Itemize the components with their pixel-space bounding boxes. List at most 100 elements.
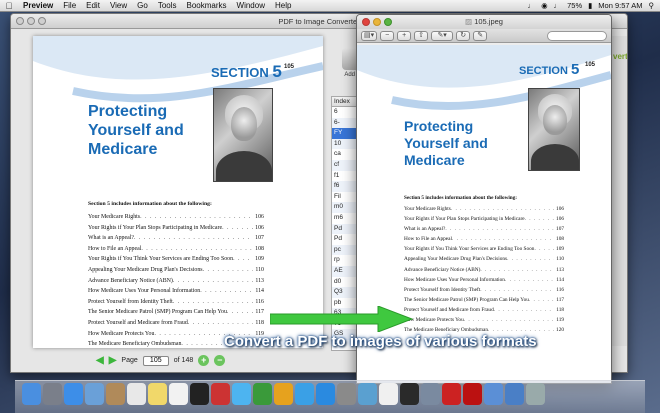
zoom-button[interactable] bbox=[38, 17, 46, 25]
safari-icon[interactable] bbox=[64, 383, 83, 405]
toc-leader bbox=[452, 234, 554, 244]
toc-leader bbox=[173, 297, 254, 308]
menu-help[interactable]: Help bbox=[270, 1, 296, 10]
pdf-converter-icon[interactable] bbox=[442, 383, 461, 405]
utilities-icon[interactable] bbox=[421, 383, 440, 405]
toc-entry: What is an Appeal? 107 bbox=[88, 233, 264, 244]
menu-clock[interactable]: Mon 9:57 AM bbox=[598, 1, 642, 10]
toc-title: Protect Yourself from Identity Theft bbox=[88, 298, 173, 305]
facetime-icon[interactable] bbox=[253, 383, 272, 405]
toc-entry: Protect Yourself and Medicare from Fraud… bbox=[404, 305, 564, 315]
app-store-icon[interactable] bbox=[316, 383, 335, 405]
view-menu-icon[interactable]: ▤▾ bbox=[361, 30, 378, 41]
toc-page: 118 bbox=[556, 306, 564, 313]
minimize-button[interactable] bbox=[373, 18, 381, 26]
toc-leader bbox=[173, 276, 253, 287]
menu-window[interactable]: Window bbox=[232, 1, 270, 10]
finder-icon[interactable] bbox=[22, 383, 41, 405]
toc-page: 110 bbox=[255, 266, 264, 273]
toc-title: The Senior Medicare Patrol (SMP) Program… bbox=[404, 296, 529, 303]
toc-entry: Appealing Your Medicare Drug Plan's Deci… bbox=[404, 254, 564, 264]
zoom-in-icon[interactable]: + bbox=[397, 30, 412, 41]
page-number: 105 bbox=[284, 64, 295, 70]
search-field[interactable] bbox=[547, 30, 607, 41]
toc-leader bbox=[233, 254, 253, 265]
preview-titlebar[interactable]: 105.jpeg bbox=[357, 15, 611, 29]
toc-entry: How Medicare Uses Your Personal Informat… bbox=[88, 286, 264, 297]
menu-file[interactable]: File bbox=[58, 1, 81, 10]
textedit-icon[interactable] bbox=[379, 383, 398, 405]
toc-entry: The Senior Medicare Patrol (SMP) Program… bbox=[404, 295, 564, 305]
acrobat-icon[interactable] bbox=[463, 383, 482, 405]
terminal-icon[interactable] bbox=[190, 383, 209, 405]
system-prefs-icon[interactable] bbox=[337, 383, 356, 405]
toc-title: How to File an Appeal bbox=[404, 236, 452, 243]
toc-title: How to File an Appeal bbox=[88, 245, 142, 252]
trash-icon[interactable] bbox=[526, 383, 545, 405]
page-number-input[interactable] bbox=[142, 355, 169, 366]
photo-booth-icon[interactable] bbox=[211, 383, 230, 405]
toc-page: 113 bbox=[556, 266, 564, 273]
toc-page: 117 bbox=[255, 309, 264, 316]
pdf-page-preview: SECTION 5 105 Protecting Yourself and Me… bbox=[33, 36, 323, 348]
minimize-button[interactable] bbox=[27, 17, 35, 25]
previous-page-icon[interactable]: ◀ bbox=[96, 355, 104, 366]
toc-title: Your Rights if Your Plan Stops Participa… bbox=[404, 216, 525, 223]
battery-status[interactable]: 75% bbox=[567, 1, 582, 10]
green-arrow bbox=[270, 306, 414, 332]
apple-menu-icon[interactable]:  bbox=[0, 1, 18, 11]
menu-bookmarks[interactable]: Bookmarks bbox=[182, 1, 232, 10]
zoom-in-icon[interactable]: + bbox=[198, 355, 210, 366]
notes-icon[interactable] bbox=[148, 383, 167, 405]
annotate-icon[interactable]: ✎▾ bbox=[431, 30, 454, 41]
toc-entry: How to File an Appeal 108 bbox=[404, 234, 564, 244]
reminders-icon[interactable] bbox=[169, 383, 188, 405]
preview-window-controls bbox=[362, 18, 392, 26]
preview-icon[interactable] bbox=[358, 383, 377, 405]
messages-icon[interactable] bbox=[232, 383, 251, 405]
zoom-out-icon[interactable]: − bbox=[214, 355, 226, 366]
toc-leader bbox=[188, 318, 254, 329]
arrow-shape bbox=[270, 306, 414, 332]
close-button[interactable] bbox=[16, 17, 24, 25]
bluetooth-icon[interactable]: ♩ bbox=[528, 1, 536, 10]
launchpad-icon[interactable] bbox=[43, 383, 62, 405]
zoom-button[interactable] bbox=[384, 18, 392, 26]
toc-page: 106 bbox=[255, 224, 264, 231]
calendar-icon[interactable] bbox=[127, 383, 146, 405]
share-icon[interactable]: ⇧ bbox=[414, 30, 429, 41]
mail-icon[interactable] bbox=[85, 383, 104, 405]
window-controls bbox=[16, 17, 46, 25]
close-button[interactable] bbox=[362, 18, 370, 26]
toc-leader bbox=[200, 286, 253, 297]
activity-monitor-icon[interactable] bbox=[400, 383, 419, 405]
window-title: PDF to Image Converter bbox=[278, 17, 360, 26]
toc-title: How Medicare Uses Your Personal Informat… bbox=[88, 288, 201, 295]
menu-tools[interactable]: Tools bbox=[153, 1, 182, 10]
volume-icon[interactable]: ♩ bbox=[554, 1, 562, 10]
next-page-icon[interactable]: ▶ bbox=[109, 355, 117, 366]
search-icon[interactable]: ⚲ bbox=[649, 1, 655, 10]
downloads-icon[interactable] bbox=[505, 383, 524, 405]
photos-icon[interactable] bbox=[274, 383, 293, 405]
toc-page: 116 bbox=[255, 298, 264, 305]
contacts-icon[interactable] bbox=[106, 383, 125, 405]
page-heading: Protecting Yourself and Medicare bbox=[88, 103, 184, 158]
rotate-icon[interactable]: ↻ bbox=[456, 30, 471, 41]
toc-leader bbox=[529, 295, 554, 305]
menu-go[interactable]: Go bbox=[132, 1, 153, 10]
toc-title: Protect Yourself and Medicare from Fraud bbox=[88, 319, 188, 326]
menu-edit[interactable]: Edit bbox=[81, 1, 105, 10]
zoom-out-icon[interactable]: − bbox=[380, 30, 395, 41]
preview-window-title: 105.jpeg bbox=[465, 17, 503, 26]
toc-page: 107 bbox=[556, 226, 564, 233]
menu-app-name[interactable]: Preview bbox=[18, 1, 58, 10]
convert-label[interactable]: vert bbox=[613, 52, 627, 61]
menu-view[interactable]: View bbox=[105, 1, 132, 10]
folder-icon[interactable] bbox=[484, 383, 503, 405]
toc-page: 113 bbox=[255, 277, 264, 284]
wifi-icon[interactable]: ◉ bbox=[541, 1, 548, 10]
itunes-icon[interactable] bbox=[295, 383, 314, 405]
edit-toolbar-icon[interactable]: ✎ bbox=[473, 30, 488, 41]
page-heading: Protecting Yourself and Medicare bbox=[404, 118, 488, 168]
